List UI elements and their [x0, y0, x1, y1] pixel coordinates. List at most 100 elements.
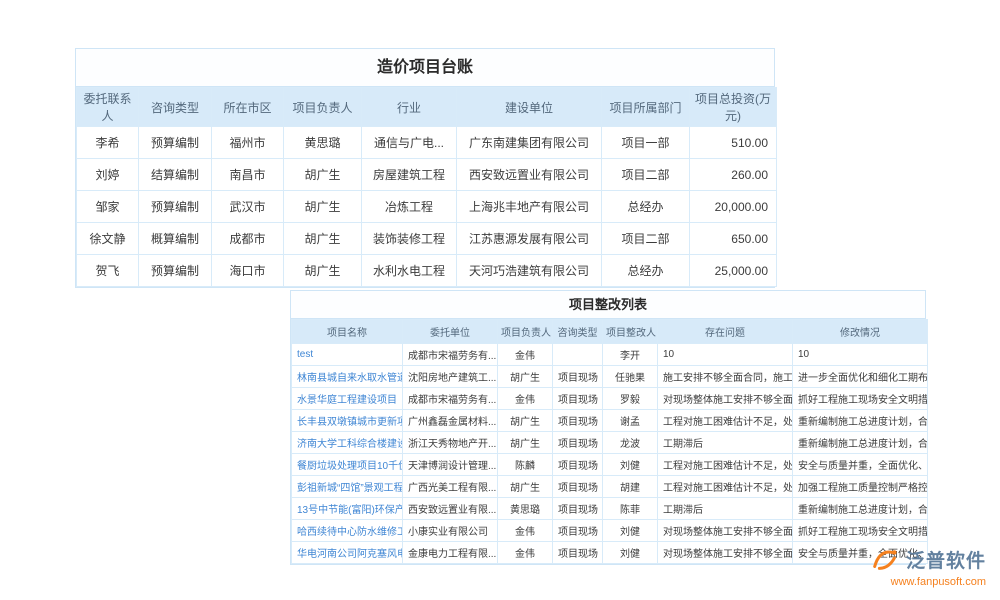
- table-row: 长丰县双墩镇城市更新项...广州鑫磊金属材料...胡广生项目现场谢孟工程对施工困…: [292, 410, 928, 432]
- column-header: 项目负责人: [498, 320, 553, 344]
- table-cell: 装饰装修工程: [362, 223, 457, 255]
- table-cell: 罗毅: [603, 388, 658, 410]
- table-cell: 谢孟: [603, 410, 658, 432]
- table-cell: 抓好工程施工现场安全文明措施...: [793, 520, 928, 542]
- project-link[interactable]: 济南大学工科综合楼建设: [292, 432, 403, 454]
- project-link[interactable]: 华电河南公司阿克塞风电...: [292, 542, 403, 564]
- table-row: 13号中节能(富阳)环保产...西安致远置业有限...黄思璐项目现场陈菲工期滞后…: [292, 498, 928, 520]
- table-row: 林南县城自来水取水管道...沈阳房地产建筑工...胡广生项目现场任驰果施工安排不…: [292, 366, 928, 388]
- table-cell: 20,000.00: [690, 191, 777, 223]
- table-cell: 预算编制: [139, 191, 212, 223]
- rectify-title: 项目整改列表: [291, 291, 925, 319]
- table-cell: 江苏惠源发展有限公司: [457, 223, 602, 255]
- table-cell: 工期滞后: [658, 498, 793, 520]
- table-cell: 10: [793, 344, 928, 366]
- project-link[interactable]: 林南县城自来水取水管道...: [292, 366, 403, 388]
- column-header: 修改情况: [793, 320, 928, 344]
- column-header: 项目整改人: [603, 320, 658, 344]
- table-cell: 通信与广电...: [362, 127, 457, 159]
- table-cell: 李希: [77, 127, 139, 159]
- table-cell: 刘健: [603, 520, 658, 542]
- table-cell: 刘健: [603, 454, 658, 476]
- table-row: 华电河南公司阿克塞风电...金康电力工程有限...金伟项目现场刘健对现场整体施工…: [292, 542, 928, 564]
- table-cell: 天河巧浩建筑有限公司: [457, 255, 602, 287]
- brand-url: www.fanpusoft.com: [891, 576, 986, 588]
- table-cell: 总经办: [602, 191, 690, 223]
- table-cell: 施工安排不够全面合同，施工作...: [658, 366, 793, 388]
- table-cell: 项目二部: [602, 223, 690, 255]
- table-cell: 工程对施工困难估计不足，处区...: [658, 454, 793, 476]
- table-cell: 项目现场: [553, 388, 603, 410]
- table-cell: 黄思璐: [498, 498, 553, 520]
- table-cell: 成都市宋福劳务有...: [403, 388, 498, 410]
- table-cell: 项目现场: [553, 366, 603, 388]
- table-cell: 广州鑫磊金属材料...: [403, 410, 498, 432]
- table-row: 邹家预算编制武汉市胡广生冶炼工程上海兆丰地产有限公司总经办20,000.00: [77, 191, 777, 223]
- project-link[interactable]: 13号中节能(富阳)环保产...: [292, 498, 403, 520]
- table-cell: 武汉市: [212, 191, 284, 223]
- table-cell: 陈菲: [603, 498, 658, 520]
- column-header: 项目名称: [292, 320, 403, 344]
- page: { "ledger": { "title": "造价项目台账", "column…: [0, 0, 1000, 600]
- project-link[interactable]: 水景华庭工程建设项目: [292, 388, 403, 410]
- rectify-panel: 项目整改列表 项目名称委托单位项目负责人咨询类型项目整改人存在问题修改情况tes…: [290, 290, 926, 565]
- table-cell: 预算编制: [139, 127, 212, 159]
- table-cell: 胡广生: [284, 159, 362, 191]
- table-cell: 广东南建集团有限公司: [457, 127, 602, 159]
- table-cell: 广西光美工程有限...: [403, 476, 498, 498]
- table-row: 李希预算编制福州市黄思璐通信与广电...广东南建集团有限公司项目一部510.00: [77, 127, 777, 159]
- table-cell: 项目一部: [602, 127, 690, 159]
- table-cell: 西安致远置业有限公司: [457, 159, 602, 191]
- table-cell: 陈麟: [498, 454, 553, 476]
- table-cell: 对现场整体施工安排不够全面合...: [658, 542, 793, 564]
- table-cell: 邹家: [77, 191, 139, 223]
- table-cell: 浙江天秀物地产开...: [403, 432, 498, 454]
- table-cell: 冶炼工程: [362, 191, 457, 223]
- table-cell: 胡广生: [498, 410, 553, 432]
- table-row: 彭祖新城“四馆”景观工程广西光美工程有限...胡广生项目现场胡建工程对施工困难估…: [292, 476, 928, 498]
- table-row: 哈西续待中心防水维修工程小康实业有限公司金伟项目现场刘健对现场整体施工安排不够全…: [292, 520, 928, 542]
- table-cell: 510.00: [690, 127, 777, 159]
- project-link[interactable]: 彭祖新城“四馆”景观工程: [292, 476, 403, 498]
- table-row: 刘婷结算编制南昌市胡广生房屋建筑工程西安致远置业有限公司项目二部260.00: [77, 159, 777, 191]
- ledger-title: 造价项目台账: [76, 49, 774, 87]
- table-cell: 贺飞: [77, 255, 139, 287]
- table-cell: 结算编制: [139, 159, 212, 191]
- table-cell: 刘健: [603, 542, 658, 564]
- column-header: 项目所属部门: [602, 88, 690, 127]
- table-cell: 金伟: [498, 520, 553, 542]
- table-cell: 沈阳房地产建筑工...: [403, 366, 498, 388]
- header-row: 委托联系人咨询类型所在市区项目负责人行业建设单位项目所属部门项目总投资(万元): [77, 88, 777, 127]
- project-link[interactable]: 长丰县双墩镇城市更新项...: [292, 410, 403, 432]
- table-cell: 南昌市: [212, 159, 284, 191]
- table-cell: 650.00: [690, 223, 777, 255]
- table-cell: 海口市: [212, 255, 284, 287]
- table-cell: 对现场整体施工安排不够全面合...: [658, 520, 793, 542]
- table-cell: 概算编制: [139, 223, 212, 255]
- table-cell: 260.00: [690, 159, 777, 191]
- table-cell: 重新编制施工总进度计划，合理...: [793, 432, 928, 454]
- table-cell: 对现场整体施工安排不够全面合...: [658, 388, 793, 410]
- column-header: 存在问题: [658, 320, 793, 344]
- table-cell: 刘婷: [77, 159, 139, 191]
- table-cell: 项目现场: [553, 432, 603, 454]
- table-cell: 小康实业有限公司: [403, 520, 498, 542]
- project-link[interactable]: 哈西续待中心防水维修工程: [292, 520, 403, 542]
- table-cell: 黄思璐: [284, 127, 362, 159]
- fanpu-logo-icon: [870, 544, 900, 574]
- table-cell: 项目现场: [553, 498, 603, 520]
- table-cell: 胡广生: [498, 476, 553, 498]
- ledger-table: 委托联系人咨询类型所在市区项目负责人行业建设单位项目所属部门项目总投资(万元)李…: [76, 87, 777, 287]
- header-row: 项目名称委托单位项目负责人咨询类型项目整改人存在问题修改情况: [292, 320, 928, 344]
- table-cell: 胡建: [603, 476, 658, 498]
- table-cell: 任驰果: [603, 366, 658, 388]
- rectify-table: 项目名称委托单位项目负责人咨询类型项目整改人存在问题修改情况test成都市宋福劳…: [291, 319, 928, 564]
- column-header: 委托联系人: [77, 88, 139, 127]
- project-link[interactable]: 餐厨垃圾处理项目10千伏...: [292, 454, 403, 476]
- table-cell: 胡广生: [498, 432, 553, 454]
- table-cell: 上海兆丰地产有限公司: [457, 191, 602, 223]
- project-link[interactable]: test: [292, 344, 403, 366]
- table-cell: 加强工程施工质量控制严格控制...: [793, 476, 928, 498]
- table-cell: 西安致远置业有限...: [403, 498, 498, 520]
- table-cell: 福州市: [212, 127, 284, 159]
